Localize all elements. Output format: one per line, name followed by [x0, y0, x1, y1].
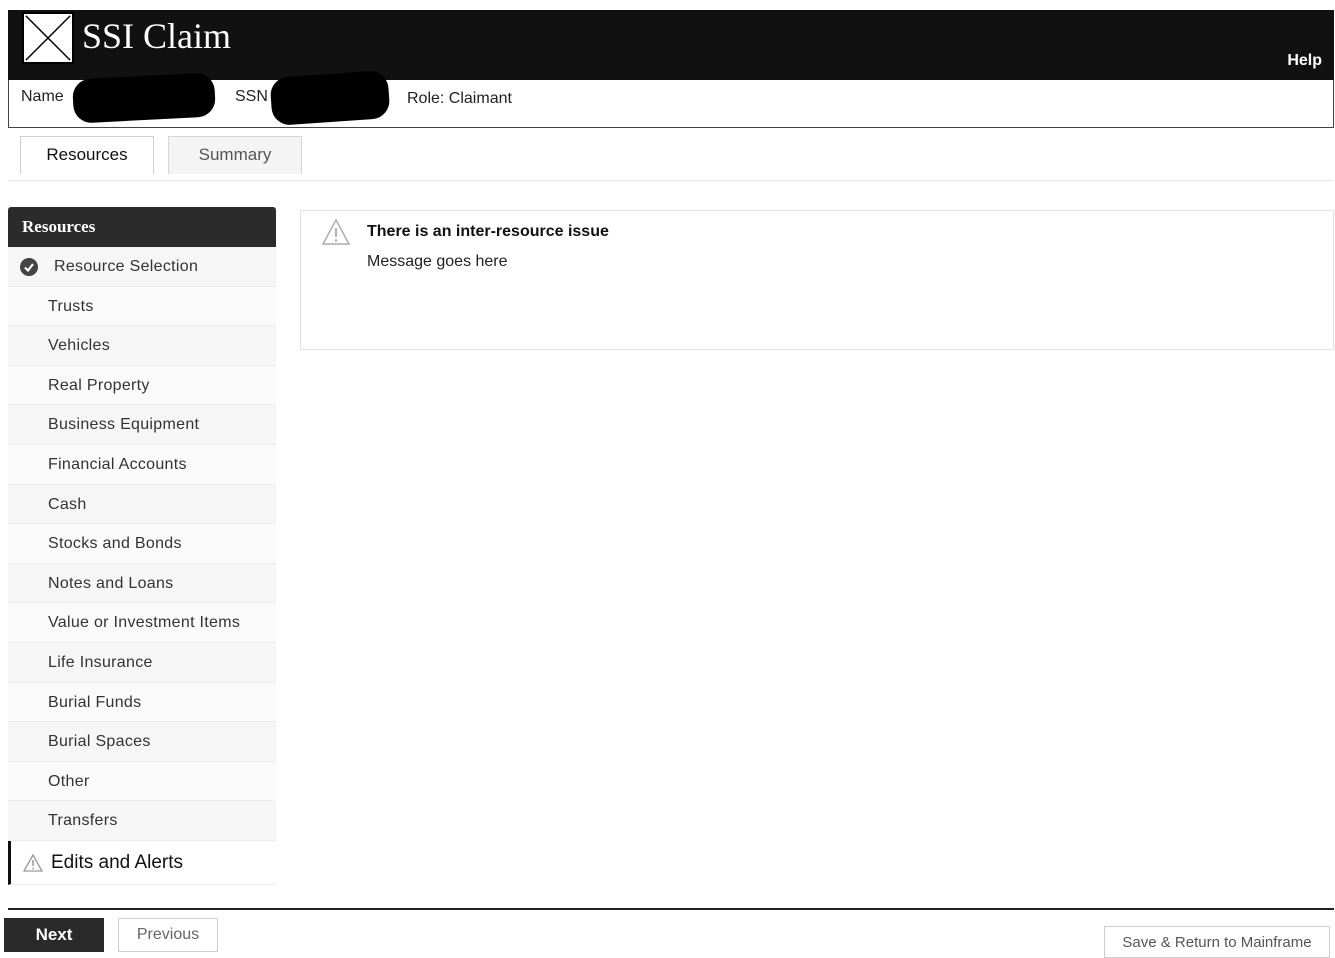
warning-icon	[321, 218, 351, 245]
sidebar-item-transfers[interactable]: Transfers	[8, 801, 276, 841]
sidebar-item-value-or-investment-items[interactable]: Value or Investment Items	[8, 603, 276, 643]
sidebar-item-financial-accounts[interactable]: Financial Accounts	[8, 444, 276, 485]
sidebar-item-business-equipment[interactable]: Business Equipment	[8, 405, 276, 445]
sidebar-item-stocks-and-bonds[interactable]: Stocks and Bonds	[8, 524, 276, 564]
footer-divider	[8, 908, 1334, 910]
app-title: SSI Claim	[82, 16, 232, 56]
sidebar-item-label: Edits and Alerts	[51, 851, 184, 873]
message-panel: There is an inter-resource issue Message…	[300, 210, 1334, 350]
sidebar-item-real-property[interactable]: Real Property	[8, 365, 276, 406]
sidebar-header: Resources	[8, 207, 276, 247]
logo-x-icon	[25, 15, 71, 61]
sidebar-item-life-insurance[interactable]: Life Insurance	[8, 642, 276, 683]
save-and-return-button[interactable]: Save & Return to Mainframe	[1104, 926, 1330, 958]
ssn-redaction	[269, 69, 391, 127]
app-header: SSI Claim Help	[8, 10, 1334, 80]
sidebar-item-notes-and-loans[interactable]: Notes and Loans	[8, 563, 276, 604]
ssn-label: SSN	[235, 88, 268, 105]
previous-button[interactable]: Previous	[118, 918, 218, 952]
sidebar-item-resource-selection[interactable]: Resource Selection	[8, 247, 276, 287]
sidebar-item-other[interactable]: Other	[8, 761, 276, 802]
message-body: Message goes here	[367, 253, 508, 270]
sidebar-item-vehicles[interactable]: Vehicles	[8, 326, 276, 366]
app-logo	[22, 12, 74, 64]
role-text: Role: Claimant	[407, 90, 512, 107]
claimant-info-bar: Name SSN Role: Claimant	[8, 69, 1334, 128]
message-title: There is an inter-resource issue	[367, 223, 609, 240]
tab-summary[interactable]: Summary	[168, 136, 302, 174]
resources-sidebar: Resources Resource Selection Trusts Vehi…	[8, 207, 276, 885]
warning-icon	[23, 853, 43, 872]
check-circle-icon	[20, 258, 38, 276]
sidebar-item-burial-funds[interactable]: Burial Funds	[8, 682, 276, 723]
tab-resources[interactable]: Resources	[20, 136, 154, 174]
sidebar-item-label: Resource Selection	[54, 258, 199, 275]
sidebar-item-burial-spaces[interactable]: Burial Spaces	[8, 722, 276, 762]
sidebar-item-cash[interactable]: Cash	[8, 484, 276, 525]
sidebar-list: Resource Selection Trusts Vehicles Real …	[8, 247, 276, 841]
tab-divider	[8, 180, 1334, 181]
name-redaction	[71, 72, 217, 124]
help-link[interactable]: Help	[1287, 52, 1322, 70]
next-button[interactable]: Next	[4, 918, 104, 952]
name-label: Name	[21, 88, 64, 105]
sidebar-item-edits-and-alerts[interactable]: Edits and Alerts	[8, 840, 276, 885]
sidebar-item-trusts[interactable]: Trusts	[8, 286, 276, 327]
